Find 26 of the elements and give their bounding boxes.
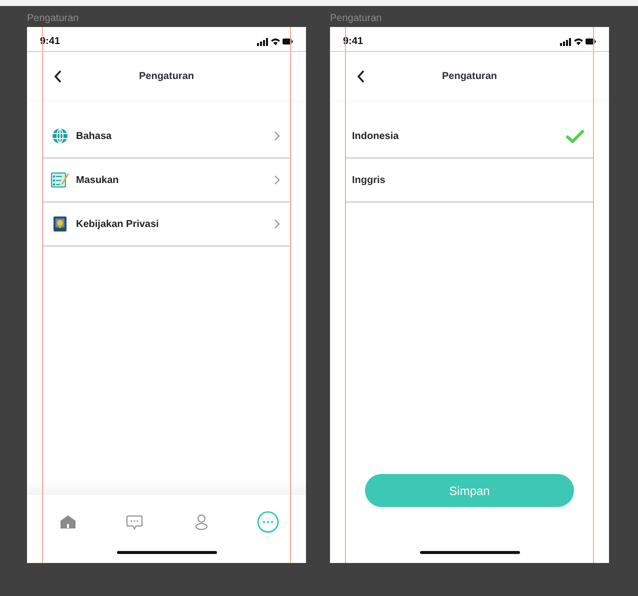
person-icon: [194, 514, 208, 530]
settings-item-label: Masukan: [76, 174, 120, 188]
screen-title: Pengaturan: [442, 70, 497, 84]
chevron-right-icon: [274, 131, 280, 141]
language-label: Inggris: [352, 174, 386, 188]
globe-icon: [52, 128, 68, 144]
settings-item-label: Bahasa: [76, 130, 113, 144]
chevron-right-icon: [274, 175, 280, 185]
language-label: Indonesia: [352, 130, 400, 144]
status-icons: [560, 36, 596, 46]
back-button[interactable]: [356, 69, 366, 83]
chevron-left-icon: [54, 70, 62, 82]
back-button[interactable]: [53, 69, 63, 83]
frame-label: Pengaturan: [27, 12, 80, 26]
frame-label: Pengaturan: [330, 12, 383, 26]
status-icons: [257, 36, 293, 46]
nav-tab[interactable]: [256, 510, 280, 534]
home-icon: [60, 515, 76, 529]
more-icon: [256, 511, 279, 533]
chevron-left-icon: [357, 70, 365, 82]
screen-title: Pengaturan: [138, 70, 194, 84]
chat-icon: [126, 514, 144, 530]
settings-item-label: Kebijakan Privasi: [76, 218, 160, 232]
checklist-icon: [51, 172, 69, 188]
chevron-right-icon: [274, 219, 280, 229]
check-icon: [566, 130, 584, 142]
